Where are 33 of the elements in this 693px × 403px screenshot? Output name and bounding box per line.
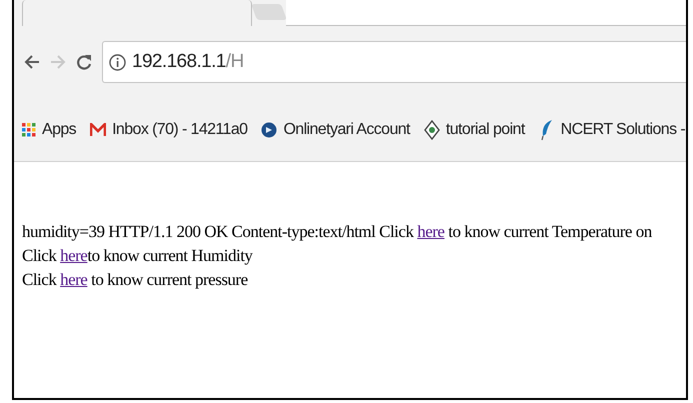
bookmark[interactable]: Onlinetyari Account xyxy=(261,118,410,142)
back-icon[interactable] xyxy=(24,54,40,70)
link[interactable]: here xyxy=(60,246,88,265)
forward-icon[interactable] xyxy=(50,54,66,70)
page-text: to know current Temperature on xyxy=(447,222,652,241)
new-tab-button[interactable] xyxy=(251,4,287,20)
bookmark[interactable]: Apps xyxy=(22,118,76,142)
bookmark[interactable]: NCERT Solutions - xyxy=(538,118,686,142)
page-text: Click xyxy=(22,246,58,265)
round-logo-icon xyxy=(261,120,278,138)
diamond-logo-icon xyxy=(424,120,440,140)
bookmark-label: Apps xyxy=(42,120,76,140)
page-text: Click xyxy=(22,270,58,289)
url-path: /H xyxy=(226,50,244,72)
reload-icon[interactable] xyxy=(76,53,92,71)
bookmark-label: Inbox (70) - 14211a0 xyxy=(112,120,248,140)
page-text: to know current pressure xyxy=(90,270,248,289)
browser-tab[interactable] xyxy=(22,0,252,26)
feather-icon xyxy=(538,118,555,140)
link[interactable]: here xyxy=(417,222,444,241)
page-text: to know current Humidity xyxy=(87,246,252,265)
page-text: humidity=39 HTTP/1.1 200 OK Content-type:text/html Click xyxy=(22,222,415,241)
info-icon xyxy=(109,54,126,70)
bookmark-label: NCERT Solutions - xyxy=(560,120,686,140)
url-host: 192.168.1.1 xyxy=(132,50,226,72)
bookmark[interactable]: tutorial point xyxy=(424,118,525,142)
address-bar[interactable]: 192.168.1.1/H xyxy=(102,41,686,83)
apps-grid-icon xyxy=(22,122,36,136)
link[interactable]: here xyxy=(60,270,88,289)
mail-icon xyxy=(90,122,106,136)
bookmark-label: tutorial point xyxy=(446,120,525,140)
bookmark[interactable]: Inbox (70) - 14211a0 xyxy=(90,118,248,142)
bookmark-label: Onlinetyari Account xyxy=(283,120,410,140)
